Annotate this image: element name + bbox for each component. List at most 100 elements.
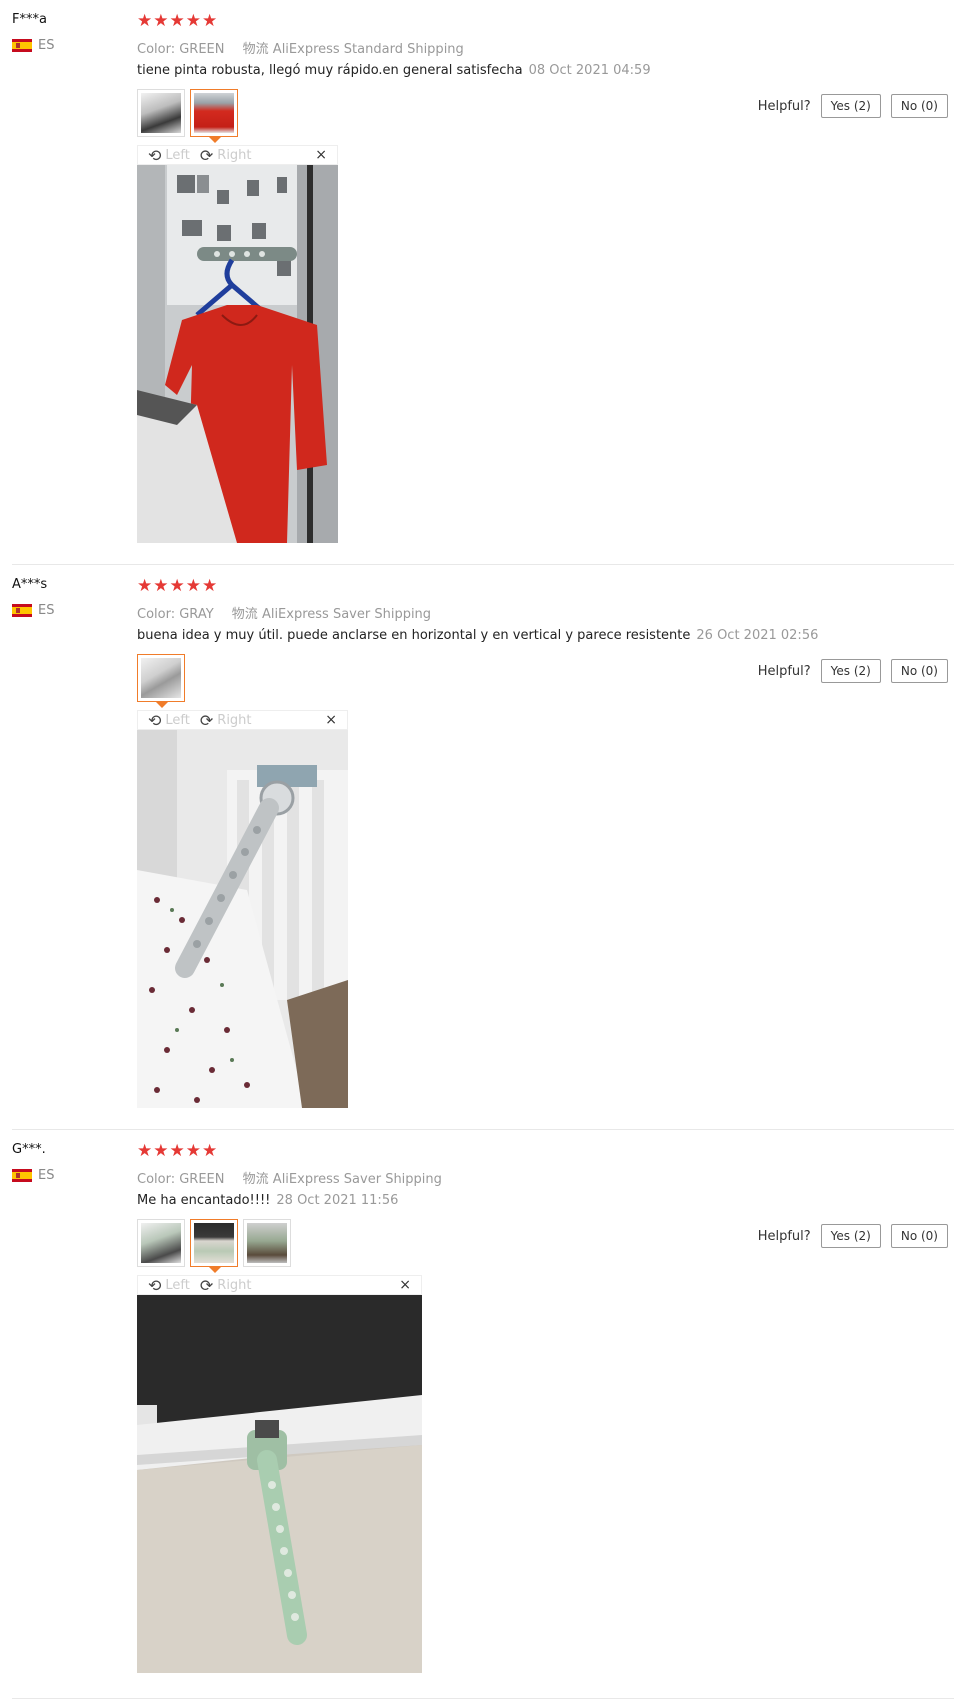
helpful-vote: Helpful? Yes (2) No (0)	[758, 659, 948, 683]
photo-green-rod-under-window	[137, 1295, 422, 1673]
star-icon: ★	[202, 1141, 218, 1161]
rotate-left-icon: ⟲	[148, 1275, 162, 1295]
reviewer-country: ES	[12, 1168, 54, 1183]
review-thumbnail[interactable]	[243, 1219, 291, 1267]
helpful-vote: Helpful? Yes (2) No (0)	[758, 94, 948, 118]
rotate-right-icon: ⟳	[199, 145, 214, 165]
review-thumbnail-selected[interactable]	[190, 89, 238, 143]
rotate-left-button[interactable]: ⟲ Left	[148, 146, 190, 165]
review-divider	[12, 1698, 954, 1699]
rotate-right-button[interactable]: ⟳ Right	[200, 1276, 252, 1295]
review-attributes: Color: GREEN 物流 AliExpress Saver Shippin…	[137, 1168, 442, 1187]
color-label: Color:	[137, 42, 176, 57]
review-date: 08 Oct 2021 04:59	[528, 63, 651, 78]
shipping-method: AliExpress Saver Shipping	[261, 607, 432, 622]
rotate-left-icon: ⟲	[148, 710, 162, 730]
rotate-left-button[interactable]: ⟲ Left	[148, 1276, 190, 1295]
rotate-right-button[interactable]: ⟳ Right	[200, 146, 252, 165]
star-icon: ★	[202, 11, 218, 31]
review-comment: buena idea y muy útil. puede anclarse en…	[137, 628, 818, 643]
rotate-right-icon: ⟳	[199, 1275, 214, 1295]
shipping-method: AliExpress Standard Shipping	[272, 42, 464, 57]
star-icon: ★	[137, 1141, 153, 1161]
spain-flag-icon	[12, 39, 32, 52]
review-photo-large	[137, 1295, 422, 1673]
photo-gray-rod-on-radiator	[137, 730, 348, 1108]
close-icon[interactable]: ×	[399, 1277, 411, 1293]
color-value: GREEN	[179, 42, 225, 57]
star-icon: ★	[153, 11, 169, 31]
spain-flag-icon	[12, 1169, 32, 1182]
rotate-left-button[interactable]: ⟲ Left	[148, 711, 190, 730]
star-icon: ★	[169, 576, 185, 596]
helpful-yes-button[interactable]: Yes (2)	[820, 1224, 881, 1248]
reviewer-name: G***.	[12, 1142, 46, 1157]
image-viewer-toolbar: ⟲ Left ⟳ Right ×	[137, 1275, 422, 1295]
review-attributes: Color: GREEN 物流 AliExpress Standard Ship…	[137, 38, 464, 57]
review-item: G***. ES ★ ★ ★ ★ ★ Color: GREEN 物流 AliEx…	[0, 1130, 972, 1700]
close-icon[interactable]: ×	[315, 147, 327, 163]
reviewer-country: ES	[12, 603, 54, 618]
review-date: 26 Oct 2021 02:56	[696, 628, 819, 643]
comment-text: Me ha encantado!!!!	[137, 1193, 271, 1208]
color-value: GRAY	[179, 607, 214, 622]
star-rating: ★ ★ ★ ★ ★	[137, 1142, 217, 1160]
star-icon: ★	[185, 11, 201, 31]
country-code: ES	[38, 1168, 55, 1183]
review-thumbnail-selected[interactable]	[190, 1219, 238, 1273]
star-icon: ★	[153, 1141, 169, 1161]
close-icon[interactable]: ×	[325, 712, 337, 728]
helpful-label: Helpful?	[757, 98, 811, 114]
country-code: ES	[38, 603, 55, 618]
image-viewer-toolbar: ⟲ Left ⟳ Right ×	[137, 145, 338, 165]
review-comment: tiene pinta robusta, llegó muy rápido.en…	[137, 63, 651, 78]
review-thumbnail-selected[interactable]	[137, 654, 185, 708]
star-icon: ★	[169, 11, 185, 31]
review-thumbnail[interactable]	[137, 1219, 185, 1267]
helpful-yes-button[interactable]: Yes (2)	[820, 659, 881, 683]
review-thumbnails	[137, 1219, 291, 1273]
review-photo-large	[137, 730, 348, 1108]
star-rating: ★ ★ ★ ★ ★	[137, 577, 217, 595]
star-rating: ★ ★ ★ ★ ★	[137, 12, 217, 30]
country-code: ES	[38, 38, 55, 53]
star-icon: ★	[185, 1141, 201, 1161]
review-thumbnail[interactable]	[137, 89, 185, 137]
helpful-yes-button[interactable]: Yes (2)	[820, 94, 881, 118]
shipping-prefix: 物流	[242, 42, 269, 57]
star-icon: ★	[153, 576, 169, 596]
shipping-prefix: 物流	[242, 1172, 269, 1187]
helpful-label: Helpful?	[757, 1228, 811, 1244]
color-label: Color:	[137, 607, 176, 622]
review-attributes: Color: GRAY 物流 AliExpress Saver Shipping	[137, 603, 431, 622]
reviewer-name: A***s	[12, 577, 48, 592]
helpful-label: Helpful?	[757, 663, 811, 679]
review-thumbnails	[137, 654, 185, 708]
photo-red-shirt-on-hanger	[137, 165, 338, 543]
helpful-no-button[interactable]: No (0)	[890, 659, 948, 683]
shipping-method: AliExpress Saver Shipping	[272, 1172, 442, 1187]
comment-text: buena idea y muy útil. puede anclarse en…	[137, 628, 691, 643]
star-icon: ★	[137, 11, 153, 31]
star-icon: ★	[137, 576, 153, 596]
comment-text: tiene pinta robusta, llegó muy rápido.en…	[137, 63, 523, 78]
review-photo-large	[137, 165, 338, 543]
rotate-right-icon: ⟳	[199, 710, 214, 730]
reviewer-name: F***a	[12, 12, 47, 27]
reviewer-country: ES	[12, 38, 54, 53]
helpful-no-button[interactable]: No (0)	[890, 94, 948, 118]
helpful-no-button[interactable]: No (0)	[890, 1224, 948, 1248]
star-icon: ★	[185, 576, 201, 596]
review-item: A***s ES ★ ★ ★ ★ ★ Color: GRAY 物流 AliExp…	[0, 565, 972, 1130]
star-icon: ★	[202, 576, 218, 596]
image-viewer-toolbar: ⟲ Left ⟳ Right ×	[137, 710, 348, 730]
helpful-vote: Helpful? Yes (2) No (0)	[758, 1224, 948, 1248]
color-label: Color:	[137, 1172, 176, 1187]
rotate-left-icon: ⟲	[148, 145, 162, 165]
review-comment: Me ha encantado!!!! 28 Oct 2021 11:56	[137, 1193, 398, 1208]
review-thumbnails	[137, 89, 238, 143]
spain-flag-icon	[12, 604, 32, 617]
shipping-prefix: 物流	[231, 607, 258, 622]
rotate-right-button[interactable]: ⟳ Right	[200, 711, 252, 730]
color-value: GREEN	[179, 1172, 225, 1187]
